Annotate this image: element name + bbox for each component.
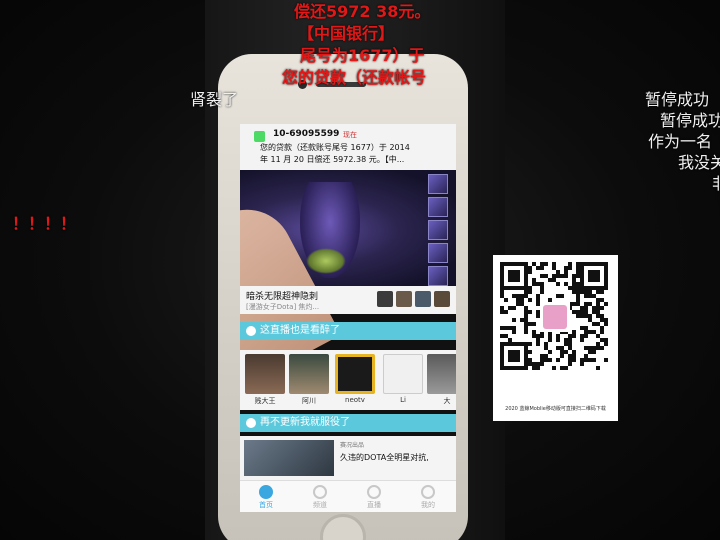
home-icon	[259, 485, 273, 499]
messages-icon	[254, 131, 265, 142]
tab-bar: 首页 频道 直播 我的	[240, 480, 456, 512]
qr-caption: 2020 蓝鲸Moblie移动版可直接扫二维码下载	[505, 406, 606, 412]
tab-profile[interactable]: 我的	[408, 483, 448, 510]
promo-subtitle: [漫游女子Dota] 焦灼...	[246, 303, 320, 311]
promo-thumb[interactable]	[415, 291, 431, 307]
featured-banner[interactable]	[240, 170, 456, 387]
notification-line-2: 年 11 月 20 日偿还 5972.38 元。【中...	[260, 155, 405, 164]
section-streamers-title: 这直播也是看醉了	[260, 325, 340, 336]
qr-code-icon	[500, 262, 608, 370]
streamer-item[interactable]: 贱大王	[244, 354, 286, 406]
streamer-item[interactable]: 阿川	[288, 354, 330, 406]
streamer-avatar	[289, 354, 329, 394]
video-frame: 10-69095599 现在 您的贷款（还款账号尾号 1677）于 2014 年…	[0, 0, 720, 540]
news-title: 久违的DOTA全明星对抗,	[340, 453, 429, 462]
streamer-avatar	[245, 354, 285, 394]
danmaku-comment: 非	[712, 170, 720, 194]
promo-title: 暗杀无限超神隐刺	[246, 292, 319, 302]
section-bullet-icon	[246, 418, 256, 428]
hero-glow-art	[306, 248, 346, 274]
phone-screen: 10-69095599 现在 您的贷款（还款账号尾号 1677）于 2014 年…	[240, 124, 456, 512]
promo-thumb[interactable]	[434, 291, 450, 307]
streamer-name: 大	[443, 397, 451, 405]
streamer-avatar	[427, 354, 456, 394]
promo-thumb[interactable]	[396, 291, 412, 307]
qr-code-panel: 2020 蓝鲸Moblie移动版可直接扫二维码下载	[493, 255, 618, 421]
danmaku-comment: 尾号为1677）于	[300, 46, 425, 65]
banner-thumb[interactable]	[428, 197, 448, 217]
streamer-item[interactable]: Li	[382, 354, 424, 404]
promo-thumb[interactable]	[377, 291, 393, 307]
tab-label: 直播	[367, 501, 381, 509]
streamer-list: 贱大王 阿川 neotv Li 大	[240, 350, 456, 410]
section-bullet-icon	[246, 326, 256, 336]
section-news-title: 再不更新我就服役了	[260, 417, 350, 428]
tab-channels[interactable]: 频道	[300, 483, 340, 510]
banner-thumb[interactable]	[428, 243, 448, 263]
section-news-header[interactable]: 再不更新我就服役了	[240, 414, 456, 432]
banner-thumb[interactable]	[428, 174, 448, 194]
notification-time: 现在	[343, 131, 357, 139]
channels-icon	[313, 485, 327, 499]
streamer-name: Li	[400, 396, 406, 404]
tab-label: 频道	[313, 501, 327, 509]
promo-row[interactable]: 暗杀无限超神隐刺 [漫游女子Dota] 焦灼...	[240, 286, 456, 314]
streamer-item[interactable]: neotv	[334, 354, 376, 404]
tab-label: 我的	[421, 501, 435, 509]
danmaku-comment: 您的贷款（还款帐号	[282, 68, 427, 87]
news-tag: 赛况出品	[340, 442, 365, 449]
danmaku-comment: 【中国银行】	[298, 24, 395, 43]
banner-thumb[interactable]	[428, 220, 448, 240]
notification-line-1: 您的贷款（还款账号尾号 1677）于 2014	[260, 143, 410, 152]
live-icon	[367, 485, 381, 499]
section-streamers-header[interactable]: 这直播也是看醉了	[240, 322, 456, 340]
notification-sender: 10-69095599	[273, 129, 340, 139]
promo-thumbnails	[377, 291, 450, 307]
profile-icon	[421, 485, 435, 499]
streamer-item[interactable]: 大	[426, 354, 456, 406]
tab-home[interactable]: 首页	[246, 483, 286, 510]
streamer-avatar	[383, 354, 423, 394]
news-thumbnail	[244, 440, 334, 476]
home-button[interactable]	[320, 514, 366, 540]
danmaku-comment: ！！！！	[12, 214, 77, 233]
banner-thumbnails	[428, 174, 450, 289]
tab-label: 首页	[259, 501, 273, 509]
phone-device: 10-69095599 现在 您的贷款（还款账号尾号 1677）于 2014 年…	[218, 54, 468, 540]
streamer-name: 贱大王	[254, 397, 276, 405]
tab-live[interactable]: 直播	[354, 483, 394, 510]
streamer-avatar	[335, 354, 375, 394]
streamer-name: 阿川	[302, 397, 316, 405]
streamer-name: neotv	[345, 396, 365, 404]
sms-notification[interactable]: 10-69095599 现在 您的贷款（还款账号尾号 1677）于 2014 年…	[240, 124, 456, 170]
banner-thumb[interactable]	[428, 266, 448, 286]
danmaku-comment: 肾裂了	[190, 90, 239, 109]
danmaku-comment: 偿还5972 38元。	[294, 2, 431, 21]
news-item[interactable]: 赛况出品 久违的DOTA全明星对抗,	[240, 436, 456, 480]
